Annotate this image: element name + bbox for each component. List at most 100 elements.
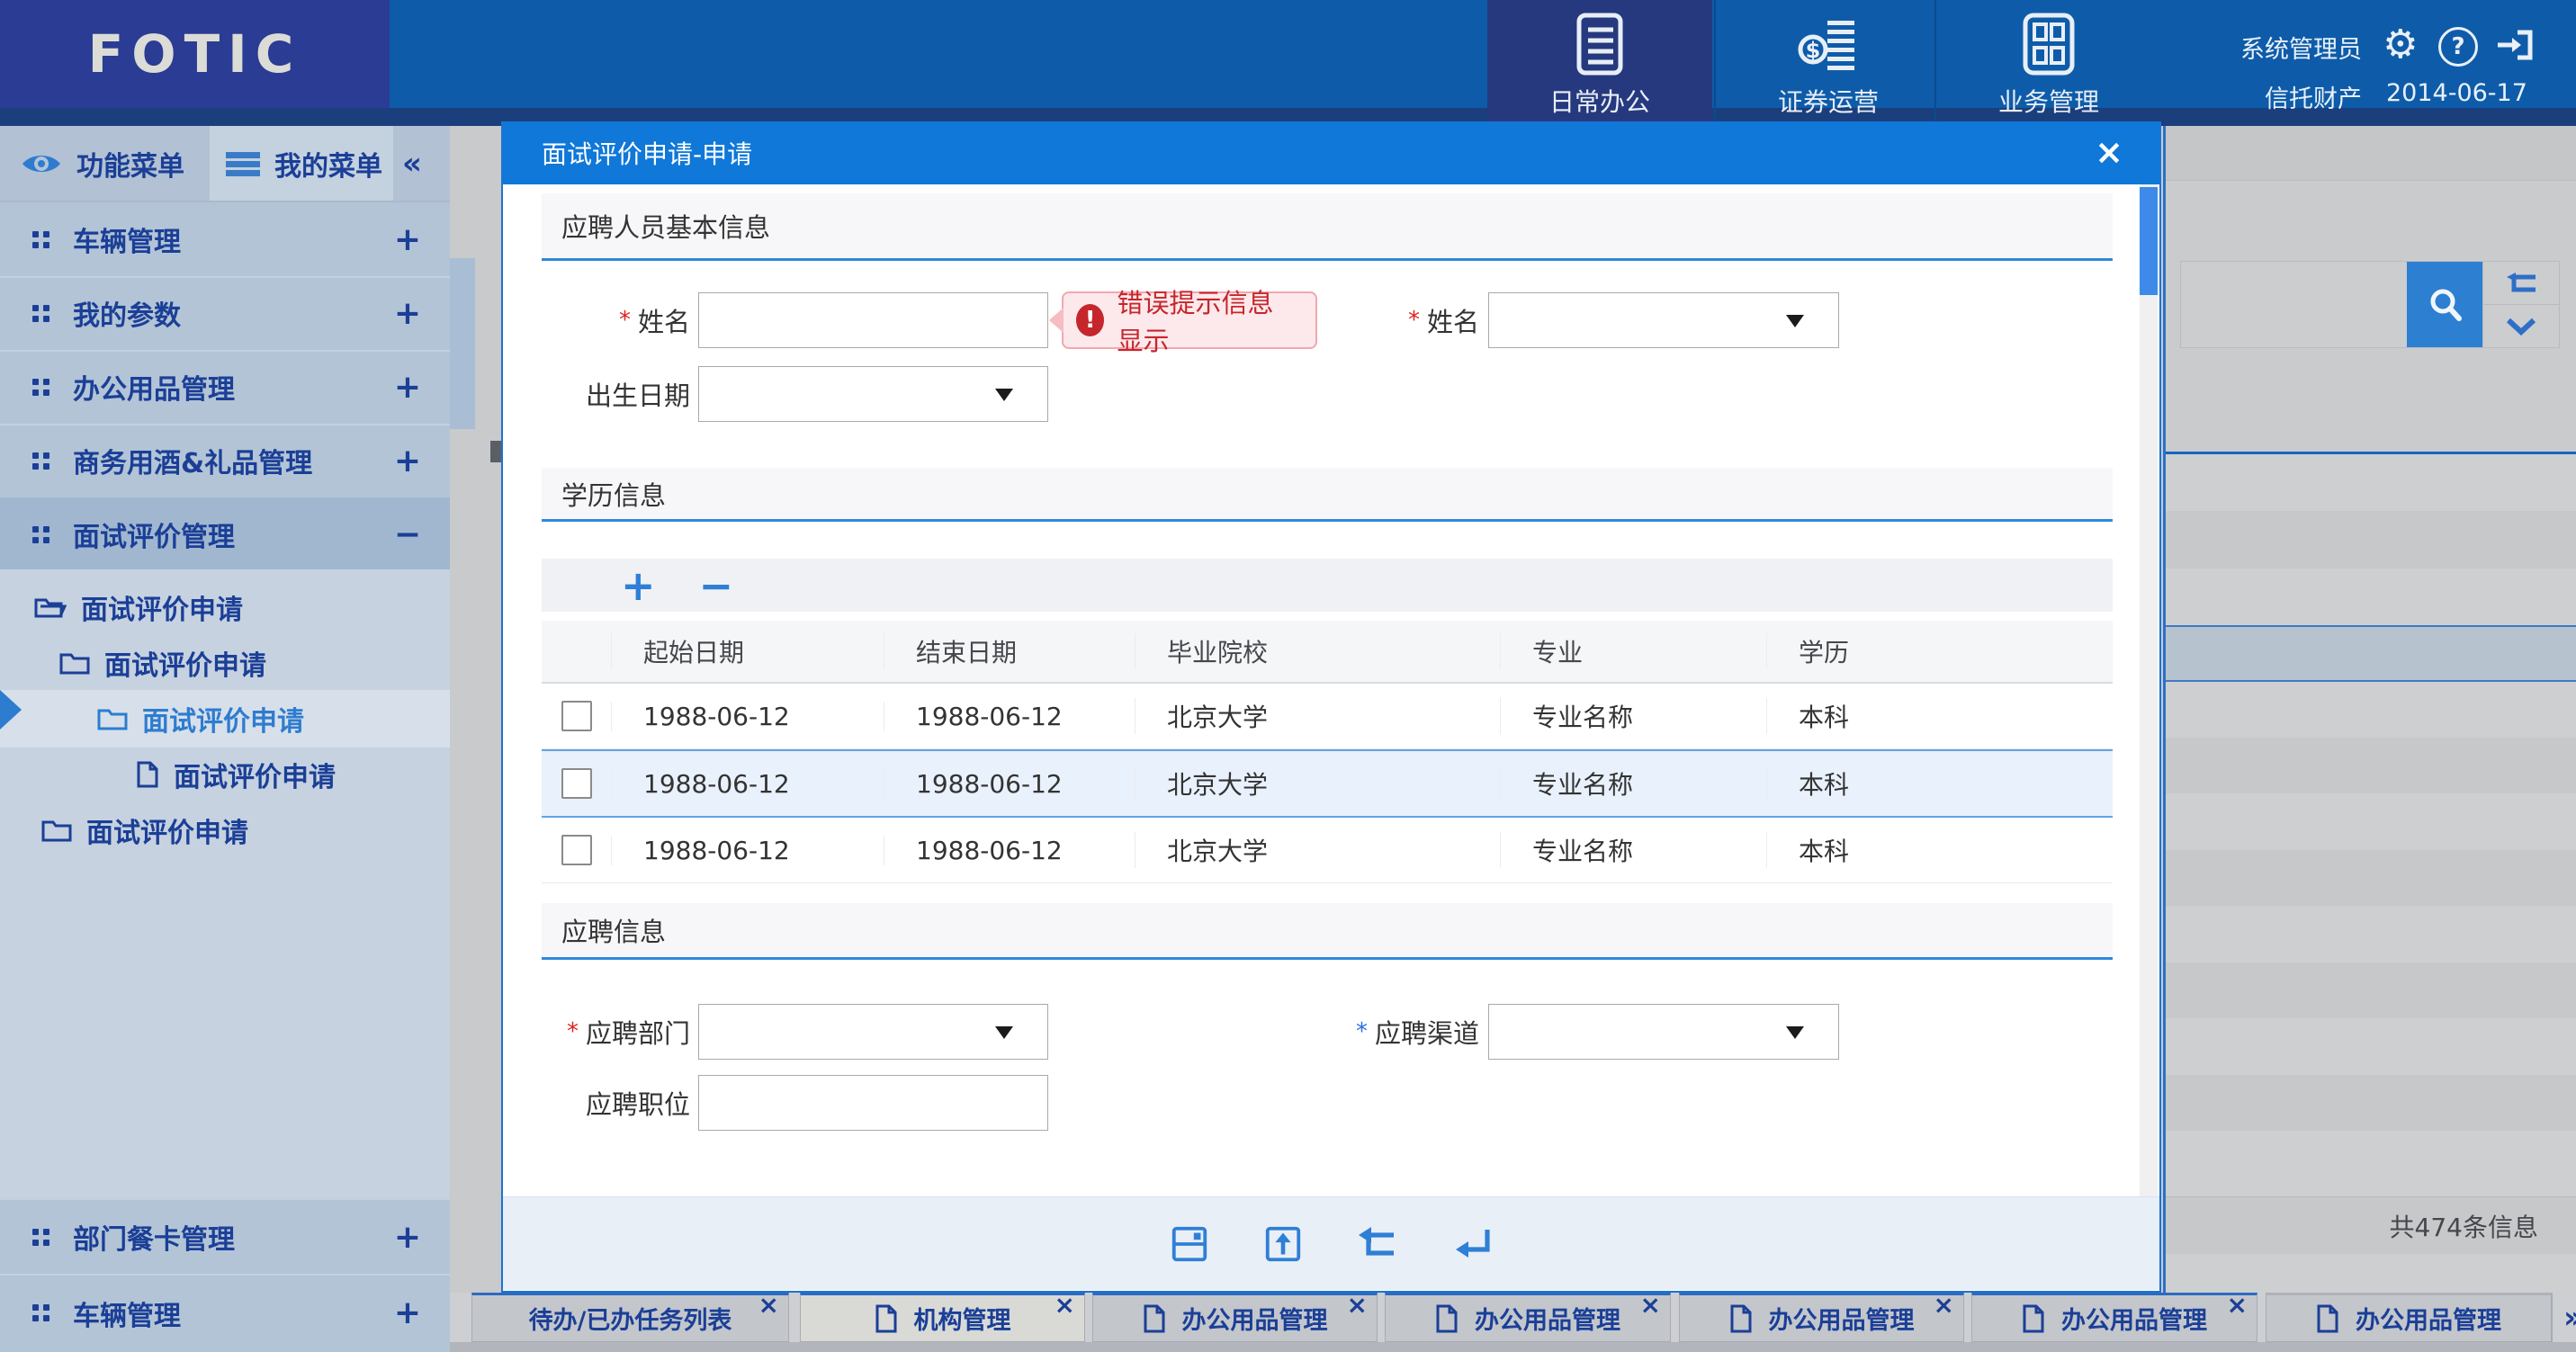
column-header[interactable]: 学历 bbox=[1766, 633, 2113, 669]
tab-office-supplies-2[interactable]: 办公用品管理 × bbox=[1385, 1293, 1671, 1342]
sidebar-item-vehicle-mgmt-2[interactable]: 车辆管理 + bbox=[0, 1274, 450, 1352]
section-education: 学历信息 bbox=[542, 468, 2113, 522]
scrollbar-thumb[interactable] bbox=[2140, 187, 2158, 295]
help-icon[interactable]: ? bbox=[2438, 27, 2478, 67]
sidebar-item-dept-meal-card[interactable]: 部门餐卡管理 + bbox=[0, 1198, 450, 1276]
tab-office-supplies-1[interactable]: 办公用品管理 × bbox=[1092, 1293, 1378, 1342]
tree-item-interview-apply-1[interactable]: 面试评价申请 bbox=[0, 578, 450, 636]
search-icon bbox=[2426, 285, 2465, 325]
topnav-label: 证券运营 bbox=[1778, 83, 1879, 119]
add-row-button[interactable]: + bbox=[621, 565, 656, 606]
table-row[interactable]: 1988-06-12 1988-06-12 北京大学 专业名称 本科 bbox=[542, 684, 2113, 749]
table-row-selected[interactable]: 1988-06-12 1988-06-12 北京大学 专业名称 本科 bbox=[542, 749, 2113, 818]
menu-label: 部门餐卡管理 bbox=[73, 1217, 394, 1257]
education-table: 起始日期 结束日期 毕业院校 专业 学历 1988-06-12 1988-06-… bbox=[542, 621, 2113, 883]
background-grid-row bbox=[2166, 1131, 2576, 1196]
required-asterisk: * bbox=[619, 307, 631, 334]
tab-office-supplies-3[interactable]: 办公用品管理 × bbox=[1679, 1293, 1964, 1342]
name-input[interactable] bbox=[698, 292, 1048, 348]
close-icon[interactable]: × bbox=[1347, 1290, 1368, 1320]
table-row[interactable]: 1988-06-12 1988-06-12 北京大学 专业名称 本科 bbox=[542, 818, 2113, 883]
tree-item-interview-apply-3-active[interactable]: 面试评价申请 bbox=[0, 690, 450, 748]
background-search-bar bbox=[2180, 261, 2560, 348]
sidebar-item-my-params[interactable]: 我的参数 + bbox=[0, 276, 450, 352]
tab-office-supplies-4[interactable]: 办公用品管理 × bbox=[1971, 1293, 2257, 1342]
reset-button[interactable] bbox=[2483, 262, 2559, 304]
required-asterisk: * bbox=[567, 1018, 579, 1045]
remove-row-button[interactable]: − bbox=[699, 565, 734, 606]
topnav-business[interactable]: 业务管理 bbox=[1936, 0, 2161, 126]
sidebar-item-office-supplies[interactable]: 办公用品管理 + bbox=[0, 350, 450, 425]
sidebar-item-vehicle-mgmt[interactable]: 车辆管理 + bbox=[0, 202, 450, 278]
background-grid-row bbox=[2166, 1254, 2576, 1293]
apply-position-input[interactable] bbox=[698, 1075, 1048, 1131]
tab-org-mgmt[interactable]: 机构管理 × bbox=[800, 1293, 1085, 1342]
expand-plus-icon[interactable]: + bbox=[394, 369, 421, 406]
tab-overflow-button[interactable]: » bbox=[2552, 1293, 2576, 1342]
menu-label: 我的参数 bbox=[73, 293, 394, 333]
close-icon[interactable]: × bbox=[2227, 1290, 2248, 1320]
dialog-titlebar[interactable]: 面试评价申请-申请 × bbox=[503, 121, 2159, 184]
expand-plus-icon[interactable]: + bbox=[394, 1219, 421, 1256]
tree-item-interview-apply-5[interactable]: 面试评价申请 bbox=[0, 801, 450, 859]
close-icon[interactable]: × bbox=[758, 1290, 779, 1320]
expand-plus-icon[interactable]: + bbox=[394, 1294, 421, 1331]
chevron-down-icon bbox=[2506, 318, 2536, 336]
close-icon[interactable]: × bbox=[2095, 135, 2123, 169]
topnav-securities[interactable]: $ 证券运营 bbox=[1716, 0, 1941, 126]
sidebar-tab-my-menu[interactable]: 我的菜单 bbox=[210, 126, 393, 201]
tree-label: 面试评价申请 bbox=[86, 810, 248, 850]
menu-label: 车辆管理 bbox=[73, 1294, 394, 1333]
expand-plus-icon[interactable]: + bbox=[394, 443, 421, 479]
return-button[interactable] bbox=[1451, 1224, 1494, 1264]
document-icon bbox=[875, 1304, 898, 1333]
close-icon[interactable]: × bbox=[1640, 1290, 1661, 1320]
dialog-scrollbar[interactable] bbox=[2140, 184, 2158, 1196]
section-title: 应聘人员基本信息 bbox=[561, 207, 770, 245]
row-checkbox[interactable] bbox=[561, 701, 592, 731]
upload-button[interactable] bbox=[1262, 1223, 1304, 1265]
column-header[interactable]: 起始日期 bbox=[611, 633, 884, 669]
gear-icon[interactable]: ⚙ bbox=[2383, 22, 2418, 67]
background-grid-row bbox=[2166, 511, 2576, 569]
apply-channel-label: * 应聘渠道 bbox=[1317, 1004, 1479, 1060]
close-icon[interactable]: × bbox=[1055, 1290, 1075, 1320]
folder-open-icon bbox=[34, 595, 67, 620]
tab-todo-task-list[interactable]: 待办/已办任务列表 × bbox=[471, 1293, 789, 1342]
topnav-daily-office[interactable]: 日常办公 bbox=[1487, 0, 1712, 126]
column-header[interactable]: 毕业院校 bbox=[1135, 633, 1500, 669]
name2-dropdown[interactable] bbox=[1488, 292, 1839, 348]
drag-handle-icon bbox=[32, 231, 39, 237]
sidebar-tab-function-menu[interactable]: 功能菜单 bbox=[21, 126, 201, 201]
logout-icon[interactable] bbox=[2494, 27, 2536, 63]
row-checkbox[interactable] bbox=[561, 768, 592, 799]
search-button[interactable] bbox=[2407, 262, 2483, 347]
expand-search-button[interactable] bbox=[2483, 304, 2559, 347]
tab-office-supplies-5[interactable]: 办公用品管理 bbox=[2266, 1293, 2552, 1342]
topnav-label: 日常办公 bbox=[1549, 83, 1650, 119]
user-org: 信托财产 bbox=[2186, 79, 2362, 114]
close-icon[interactable]: × bbox=[1934, 1290, 1954, 1320]
document-icon bbox=[136, 761, 159, 788]
apply-dept-dropdown[interactable] bbox=[698, 1004, 1048, 1060]
sidebar-item-business-wine-gifts[interactable]: 商务用酒&礼品管理 + bbox=[0, 424, 450, 499]
birth-date-dropdown[interactable] bbox=[698, 366, 1048, 422]
apply-channel-dropdown[interactable] bbox=[1488, 1004, 1839, 1060]
expand-plus-icon[interactable]: + bbox=[394, 221, 421, 258]
undo-button[interactable] bbox=[1356, 1224, 1399, 1264]
row-checkbox[interactable] bbox=[561, 835, 592, 865]
column-header[interactable]: 结束日期 bbox=[884, 633, 1135, 669]
expand-plus-icon[interactable]: + bbox=[394, 295, 421, 332]
tree-item-interview-apply-2[interactable]: 面试评价申请 bbox=[0, 634, 450, 692]
tree-item-interview-apply-4[interactable]: 面试评价申请 bbox=[0, 746, 450, 803]
expand-minus-icon[interactable]: − bbox=[394, 516, 421, 553]
sidebar-item-interview-eval-mgmt[interactable]: 面试评价管理 − bbox=[0, 497, 450, 571]
caret-down-icon bbox=[1786, 315, 1804, 327]
sidebar-collapse-button[interactable]: « bbox=[402, 126, 447, 201]
save-button[interactable] bbox=[1169, 1223, 1210, 1265]
column-header[interactable]: 专业 bbox=[1500, 633, 1766, 669]
caret-down-icon bbox=[995, 1026, 1013, 1039]
dialog-title: 面试评价申请-申请 bbox=[542, 135, 752, 171]
required-asterisk: * bbox=[1356, 1018, 1368, 1045]
background-grid-row bbox=[2166, 850, 2576, 906]
